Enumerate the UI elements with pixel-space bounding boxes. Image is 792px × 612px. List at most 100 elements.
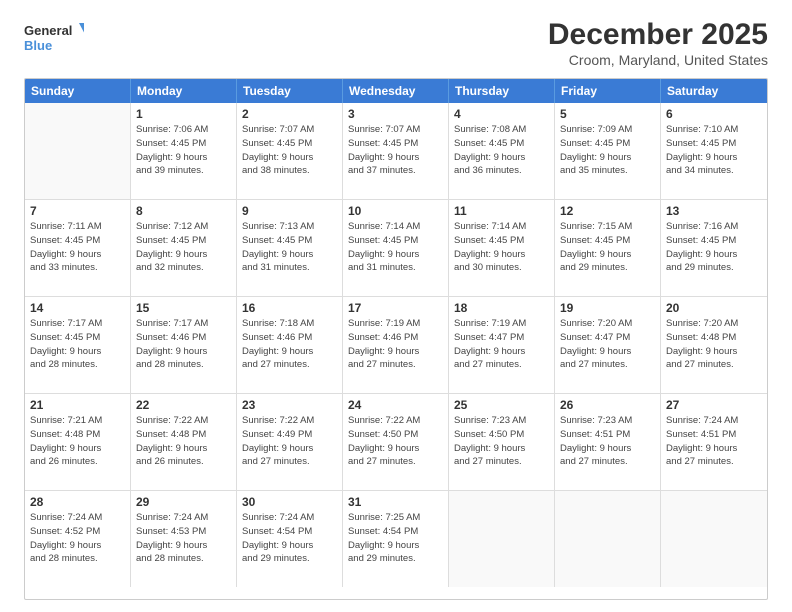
calendar-cell: [449, 491, 555, 587]
day-info: Sunrise: 7:17 AM Sunset: 4:46 PM Dayligh…: [136, 317, 231, 372]
day-info: Sunrise: 7:09 AM Sunset: 4:45 PM Dayligh…: [560, 123, 655, 178]
day-number: 16: [242, 301, 337, 315]
day-number: 19: [560, 301, 655, 315]
calendar-header: SundayMondayTuesdayWednesdayThursdayFrid…: [25, 79, 767, 103]
day-info: Sunrise: 7:24 AM Sunset: 4:54 PM Dayligh…: [242, 511, 337, 566]
day-info: Sunrise: 7:19 AM Sunset: 4:46 PM Dayligh…: [348, 317, 443, 372]
day-info: Sunrise: 7:24 AM Sunset: 4:51 PM Dayligh…: [666, 414, 762, 469]
calendar-cell: 1 Sunrise: 7:06 AM Sunset: 4:45 PM Daylig…: [131, 103, 237, 199]
day-number: 18: [454, 301, 549, 315]
calendar-cell: 28Sunrise: 7:24 AM Sunset: 4:52 PM Dayli…: [25, 491, 131, 587]
day-number: 29: [136, 495, 231, 509]
day-info: Sunrise: 7:10 AM Sunset: 4:45 PM Dayligh…: [666, 123, 762, 178]
day-info: Sunrise: 7:20 AM Sunset: 4:48 PM Dayligh…: [666, 317, 762, 372]
calendar-cell: 20 Sunrise: 7:20 AM Sunset: 4:48 PM Dayli…: [661, 297, 767, 393]
title-block: December 2025 Croom, Maryland, United St…: [548, 18, 768, 68]
day-info: Sunrise: 7:16 AM Sunset: 4:45 PM Dayligh…: [666, 220, 762, 275]
calendar-cell: 8 Sunrise: 7:12 AM Sunset: 4:45 PM Daylig…: [131, 200, 237, 296]
svg-text:General: General: [24, 23, 72, 38]
calendar-cell: 30Sunrise: 7:24 AM Sunset: 4:54 PM Dayli…: [237, 491, 343, 587]
day-info: Sunrise: 7:07 AM Sunset: 4:45 PM Dayligh…: [242, 123, 337, 178]
calendar-cell: 23Sunrise: 7:22 AM Sunset: 4:49 PM Dayli…: [237, 394, 343, 490]
calendar-cell: 4Sunrise: 7:08 AM Sunset: 4:45 PM Daylig…: [449, 103, 555, 199]
header-day: Monday: [131, 79, 237, 103]
header-day: Friday: [555, 79, 661, 103]
day-info: Sunrise: 7:15 AM Sunset: 4:45 PM Dayligh…: [560, 220, 655, 275]
calendar-cell: 16 Sunrise: 7:18 AM Sunset: 4:46 PM Dayli…: [237, 297, 343, 393]
logo-svg: General Blue: [24, 18, 84, 58]
day-number: 11: [454, 204, 549, 218]
calendar-cell: [25, 103, 131, 199]
header-day: Saturday: [661, 79, 767, 103]
day-number: 28: [30, 495, 125, 509]
day-number: 1: [136, 107, 231, 121]
day-info: Sunrise: 7:11 AM Sunset: 4:45 PM Dayligh…: [30, 220, 125, 275]
calendar-cell: 11 Sunrise: 7:14 AM Sunset: 4:45 PM Dayli…: [449, 200, 555, 296]
calendar-cell: 2 Sunrise: 7:07 AM Sunset: 4:45 PM Daylig…: [237, 103, 343, 199]
day-number: 25: [454, 398, 549, 412]
calendar-cell: 7 Sunrise: 7:11 AM Sunset: 4:45 PM Daylig…: [25, 200, 131, 296]
day-number: 7: [30, 204, 125, 218]
day-number: 13: [666, 204, 762, 218]
calendar-row: 14 Sunrise: 7:17 AM Sunset: 4:45 PM Dayli…: [25, 297, 767, 394]
calendar-cell: 10Sunrise: 7:14 AM Sunset: 4:45 PM Dayli…: [343, 200, 449, 296]
day-number: 21: [30, 398, 125, 412]
day-number: 22: [136, 398, 231, 412]
day-info: Sunrise: 7:17 AM Sunset: 4:45 PM Dayligh…: [30, 317, 125, 372]
calendar-cell: 19 Sunrise: 7:20 AM Sunset: 4:47 PM Dayli…: [555, 297, 661, 393]
day-number: 20: [666, 301, 762, 315]
calendar-cell: 3Sunrise: 7:07 AM Sunset: 4:45 PM Daylig…: [343, 103, 449, 199]
calendar-cell: 6Sunrise: 7:10 AM Sunset: 4:45 PM Daylig…: [661, 103, 767, 199]
day-number: 12: [560, 204, 655, 218]
day-number: 23: [242, 398, 337, 412]
day-info: Sunrise: 7:18 AM Sunset: 4:46 PM Dayligh…: [242, 317, 337, 372]
calendar-row: 7 Sunrise: 7:11 AM Sunset: 4:45 PM Daylig…: [25, 200, 767, 297]
day-number: 5: [560, 107, 655, 121]
day-info: Sunrise: 7:07 AM Sunset: 4:45 PM Dayligh…: [348, 123, 443, 178]
header: General Blue December 2025 Croom, Maryla…: [24, 18, 768, 68]
day-number: 26: [560, 398, 655, 412]
calendar-cell: 21Sunrise: 7:21 AM Sunset: 4:48 PM Dayli…: [25, 394, 131, 490]
day-info: Sunrise: 7:24 AM Sunset: 4:53 PM Dayligh…: [136, 511, 231, 566]
svg-text:Blue: Blue: [24, 38, 52, 53]
calendar-cell: 18Sunrise: 7:19 AM Sunset: 4:47 PM Dayli…: [449, 297, 555, 393]
day-number: 24: [348, 398, 443, 412]
calendar: SundayMondayTuesdayWednesdayThursdayFrid…: [24, 78, 768, 600]
day-number: 9: [242, 204, 337, 218]
day-info: Sunrise: 7:14 AM Sunset: 4:45 PM Dayligh…: [454, 220, 549, 275]
day-info: Sunrise: 7:13 AM Sunset: 4:45 PM Dayligh…: [242, 220, 337, 275]
day-number: 2: [242, 107, 337, 121]
calendar-cell: 13 Sunrise: 7:16 AM Sunset: 4:45 PM Dayli…: [661, 200, 767, 296]
calendar-cell: 9 Sunrise: 7:13 AM Sunset: 4:45 PM Daylig…: [237, 200, 343, 296]
day-number: 15: [136, 301, 231, 315]
calendar-row: 28Sunrise: 7:24 AM Sunset: 4:52 PM Dayli…: [25, 491, 767, 587]
header-day: Wednesday: [343, 79, 449, 103]
calendar-cell: 12 Sunrise: 7:15 AM Sunset: 4:45 PM Dayli…: [555, 200, 661, 296]
day-info: Sunrise: 7:23 AM Sunset: 4:50 PM Dayligh…: [454, 414, 549, 469]
day-info: Sunrise: 7:08 AM Sunset: 4:45 PM Dayligh…: [454, 123, 549, 178]
header-day: Thursday: [449, 79, 555, 103]
logo: General Blue: [24, 18, 84, 58]
calendar-cell: 25 Sunrise: 7:23 AM Sunset: 4:50 PM Dayli…: [449, 394, 555, 490]
calendar-cell: [555, 491, 661, 587]
calendar-cell: 15 Sunrise: 7:17 AM Sunset: 4:46 PM Dayli…: [131, 297, 237, 393]
day-info: Sunrise: 7:25 AM Sunset: 4:54 PM Dayligh…: [348, 511, 443, 566]
header-day: Sunday: [25, 79, 131, 103]
day-number: 27: [666, 398, 762, 412]
day-info: Sunrise: 7:12 AM Sunset: 4:45 PM Dayligh…: [136, 220, 231, 275]
day-info: Sunrise: 7:06 AM Sunset: 4:45 PM Dayligh…: [136, 123, 231, 178]
calendar-row: 21Sunrise: 7:21 AM Sunset: 4:48 PM Dayli…: [25, 394, 767, 491]
day-info: Sunrise: 7:22 AM Sunset: 4:50 PM Dayligh…: [348, 414, 443, 469]
day-info: Sunrise: 7:22 AM Sunset: 4:48 PM Dayligh…: [136, 414, 231, 469]
calendar-cell: 5 Sunrise: 7:09 AM Sunset: 4:45 PM Daylig…: [555, 103, 661, 199]
calendar-cell: 29 Sunrise: 7:24 AM Sunset: 4:53 PM Dayli…: [131, 491, 237, 587]
day-number: 31: [348, 495, 443, 509]
day-number: 14: [30, 301, 125, 315]
day-info: Sunrise: 7:20 AM Sunset: 4:47 PM Dayligh…: [560, 317, 655, 372]
day-number: 17: [348, 301, 443, 315]
calendar-cell: 14 Sunrise: 7:17 AM Sunset: 4:45 PM Dayli…: [25, 297, 131, 393]
calendar-row: 1 Sunrise: 7:06 AM Sunset: 4:45 PM Daylig…: [25, 103, 767, 200]
day-number: 8: [136, 204, 231, 218]
day-info: Sunrise: 7:14 AM Sunset: 4:45 PM Dayligh…: [348, 220, 443, 275]
header-day: Tuesday: [237, 79, 343, 103]
